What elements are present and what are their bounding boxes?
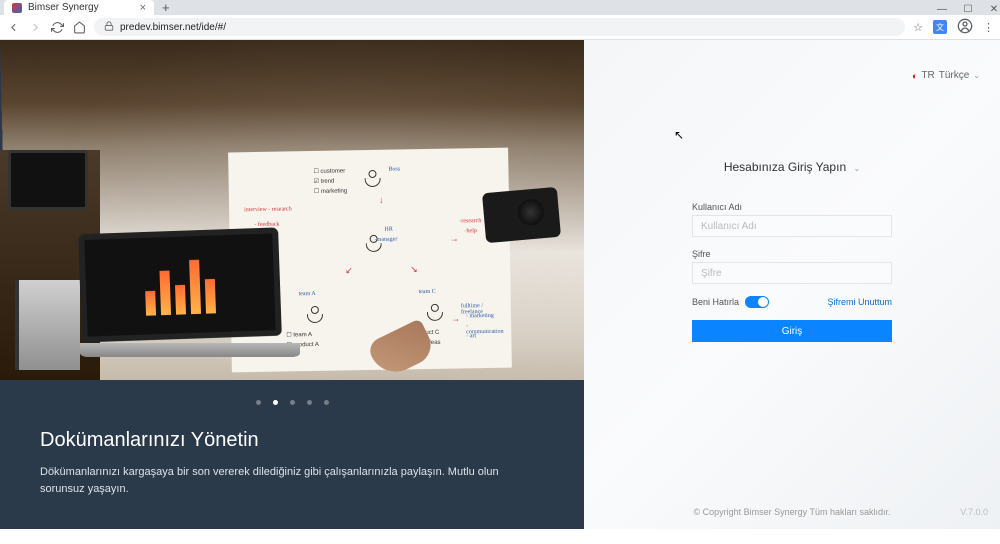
page-content: ↓ ↙ ↘ → → Boss interview - research - fe… [0, 40, 1000, 529]
window-minimize-icon[interactable]: — [936, 3, 948, 15]
carousel-dot-4[interactable] [324, 400, 329, 405]
hero-book-illustration [15, 280, 80, 370]
nav-home-icon[interactable] [72, 20, 86, 34]
forgot-password-link[interactable]: Şifremi Unuttum [827, 297, 892, 307]
hero-panel: ↓ ↙ ↘ → → Boss interview - research - fe… [0, 40, 584, 529]
window-close-icon[interactable]: ✕ [988, 3, 1000, 15]
language-label: Türkçe [939, 70, 970, 81]
login-button[interactable]: Giriş [692, 320, 892, 342]
chevron-down-icon: ⌄ [973, 71, 980, 80]
login-panel: ◐ TR Türkçe ⌄ Hesabınıza Giriş Yapın ⌄ K… [584, 40, 1000, 529]
translate-icon[interactable]: 文 [933, 20, 947, 34]
browser-tab[interactable]: Bimser Synergy × [4, 0, 154, 15]
copyright-text: © Copyright Bimser Synergy Tüm hakları s… [584, 507, 1000, 517]
hero-laptop-illustration [80, 230, 300, 370]
password-input[interactable] [692, 262, 892, 284]
hero-camera-illustration [482, 187, 561, 243]
nav-back-icon[interactable] [6, 20, 20, 34]
carousel-dot-1[interactable] [273, 400, 278, 405]
bookmark-star-icon[interactable]: ☆ [913, 21, 923, 34]
version-text: V.7.0.0 [960, 507, 988, 517]
nav-reload-icon[interactable] [50, 20, 64, 34]
tab-favicon [12, 3, 22, 13]
tab-close-icon[interactable]: × [140, 2, 146, 14]
carousel-dot-0[interactable] [256, 400, 261, 405]
url-text: predev.bimser.net/ide/#/ [120, 22, 226, 33]
hero-description: Dökümanlarınızı kargaşaya bir son verere… [40, 464, 520, 497]
hero-title: Dokümanlarınızı Yönetin [40, 429, 544, 452]
nav-forward-icon[interactable] [28, 20, 42, 34]
language-code: TR [921, 70, 934, 81]
login-title[interactable]: Hesabınıza Giriş Yapın ⌄ [692, 160, 892, 174]
hero-tablet-illustration [8, 150, 88, 210]
hero-image: ↓ ↙ ↘ → → Boss interview - research - fe… [0, 40, 584, 380]
browser-tabbar: Bimser Synergy × + — ☐ ✕ [0, 0, 1000, 15]
profile-icon[interactable] [957, 18, 973, 37]
language-selector[interactable]: ◐ TR Türkçe ⌄ [912, 70, 980, 81]
remember-me-toggle[interactable] [745, 296, 769, 308]
password-label: Şifre [692, 249, 892, 259]
new-tab-button[interactable]: + [154, 0, 178, 15]
tab-title: Bimser Synergy [28, 2, 99, 13]
remember-me-label: Beni Hatırla [692, 297, 739, 307]
username-label: Kullanıcı Adı [692, 202, 892, 212]
carousel-dot-3[interactable] [307, 400, 312, 405]
url-input[interactable]: predev.bimser.net/ide/#/ [94, 18, 905, 36]
flag-icon: ◐ [912, 71, 917, 81]
username-input[interactable] [692, 215, 892, 237]
window-maximize-icon[interactable]: ☐ [962, 3, 974, 15]
lock-icon [104, 21, 114, 34]
browser-address-bar: predev.bimser.net/ide/#/ ☆ 文 ⋮ [0, 15, 1000, 40]
carousel-dot-2[interactable] [290, 400, 295, 405]
browser-menu-icon[interactable]: ⋮ [983, 21, 994, 34]
chevron-down-icon: ⌄ [853, 164, 860, 173]
